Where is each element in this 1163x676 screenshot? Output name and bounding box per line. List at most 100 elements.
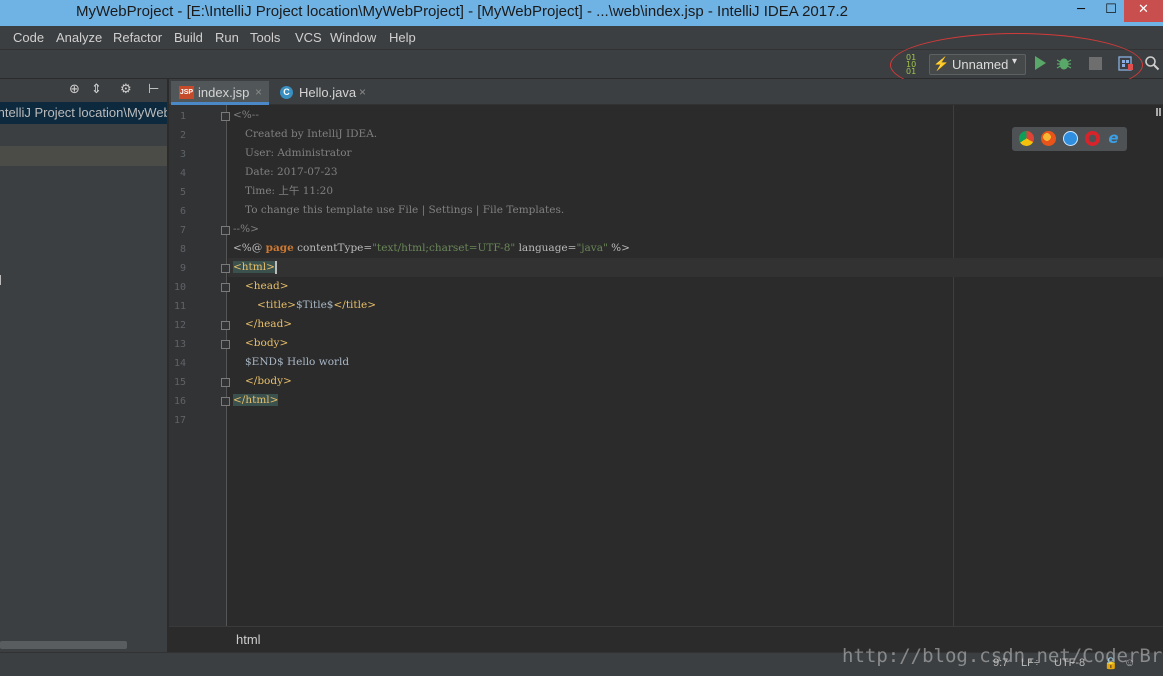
menu-vcs[interactable]: VCS — [295, 30, 322, 45]
line-number: 4 — [179, 168, 186, 179]
firefox-icon[interactable] — [1041, 131, 1056, 146]
chrome-icon[interactable] — [1019, 131, 1034, 146]
code-line: To change this template use File | Setti… — [245, 204, 565, 216]
project-panel-header: ⊕ ⇕ ⚙ ⊢ — [0, 79, 167, 101]
line-number: 11 — [173, 301, 186, 312]
code-line: <body> — [245, 337, 289, 349]
title-open-tag: <title> — [257, 299, 296, 311]
search-icon[interactable] — [1144, 55, 1160, 72]
html-open-tag: <html> — [233, 261, 275, 273]
fold-marker[interactable] — [221, 283, 230, 292]
editor-tabs: JSP index.jsp × C Hello.java × — [169, 79, 1163, 105]
watermark-text: http://blog.csdn.net/CoderBruis — [842, 645, 1163, 667]
directive-attr: contentType= — [293, 242, 373, 254]
code-line-directive: <%@ page contentType="text/html;charset=… — [233, 239, 630, 258]
menu-run[interactable]: Run — [215, 30, 239, 45]
gear-icon[interactable]: ⚙ — [120, 82, 132, 97]
safari-icon[interactable] — [1063, 131, 1078, 146]
line-gutter: 1 2 3 4 5 6 7 8 9 10 11 12 13 14 15 16 1… — [169, 105, 230, 626]
line-number: 7 — [179, 225, 186, 236]
code-line: Time: 上午 11:20 — [245, 185, 334, 197]
line-number: 9 — [179, 263, 186, 274]
line-number: 5 — [179, 187, 186, 198]
directive-open: <%@ — [233, 242, 266, 254]
tab-hello-java[interactable]: C Hello.java × — [272, 81, 372, 105]
line-number: 14 — [173, 358, 186, 369]
close-button[interactable]: ✕ — [1124, 0, 1163, 22]
tree-selected-row[interactable] — [0, 146, 167, 166]
menu-build[interactable]: Build — [174, 30, 203, 45]
code-line: <head> — [245, 280, 289, 292]
locate-icon[interactable]: ⊕ — [69, 82, 80, 97]
tab-index-jsp[interactable]: JSP index.jsp × — [171, 81, 269, 105]
menu-refactor[interactable]: Refactor — [113, 30, 162, 45]
editor-right-area — [953, 105, 1163, 626]
code-line: User: Administrator — [245, 147, 352, 159]
line-number: 1 — [179, 111, 186, 122]
project-root-item[interactable]: IntelliJ Project location\MyWebProject — [0, 102, 167, 124]
opera-icon[interactable] — [1085, 131, 1100, 146]
line-number: 13 — [173, 339, 186, 350]
fold-marker[interactable] — [221, 321, 230, 330]
line-number: 10 — [173, 282, 186, 293]
code-line: Date: 2017-07-23 — [245, 166, 338, 178]
line-number: 12 — [173, 320, 186, 331]
code-line: </head> — [245, 318, 293, 330]
jsp-file-icon: JSP — [179, 86, 194, 99]
code-line-title: <title>$Title$</title> — [257, 296, 376, 315]
line-number: 6 — [179, 206, 186, 217]
title-bar: MyWebProject - [E:\IntelliJ Project loca… — [0, 0, 1163, 26]
collapse-all-icon[interactable]: ⇕ — [91, 82, 102, 97]
fold-marker[interactable] — [221, 264, 230, 273]
title-close-tag: </title> — [333, 299, 376, 311]
sidebar-horizontal-scrollbar[interactable] — [0, 641, 127, 649]
maximize-button[interactable]: ☐ — [1098, 0, 1124, 22]
directive-keyword: page — [265, 242, 294, 254]
directive-attr: language= — [515, 242, 577, 254]
line-number: 3 — [179, 149, 186, 160]
close-tab-icon[interactable]: × — [359, 85, 366, 99]
menu-window[interactable]: Window — [330, 30, 376, 45]
code-line: Created by IntelliJ IDEA. — [245, 128, 378, 140]
menu-help[interactable]: Help — [389, 30, 416, 45]
title-text: $Title$ — [295, 299, 334, 311]
window-title: MyWebProject - [E:\IntelliJ Project loca… — [76, 3, 848, 20]
menu-tools[interactable]: Tools — [250, 30, 280, 45]
directive-close: %> — [607, 242, 630, 254]
fold-marker[interactable] — [221, 378, 230, 387]
line-number: 17 — [173, 415, 186, 426]
hide-panel-icon[interactable]: ⊢ — [148, 82, 159, 97]
fold-marker[interactable] — [221, 112, 230, 121]
directive-value: "text/html;charset=UTF-8" — [372, 242, 516, 254]
code-line: <%-- — [233, 109, 259, 121]
code-line: --%> — [233, 223, 259, 235]
code-line-html-open: <html> — [233, 258, 277, 277]
project-panel: ⊕ ⇕ ⚙ ⊢ IntelliJ Project location\MyWebP… — [0, 79, 168, 652]
line-number: 8 — [179, 244, 186, 255]
text-caret — [274, 260, 277, 274]
directive-value: "java" — [576, 242, 608, 254]
close-tab-icon[interactable]: × — [255, 85, 262, 99]
tab-label: Hello.java — [299, 85, 357, 100]
html-close-tag: </html> — [233, 394, 279, 406]
code-line: </body> — [245, 375, 292, 387]
line-number: 2 — [179, 130, 186, 141]
internet-explorer-icon[interactable]: e — [1106, 131, 1121, 146]
menu-code[interactable]: Code — [13, 30, 44, 45]
breadcrumb-html[interactable]: html — [236, 632, 261, 647]
line-number: 16 — [173, 396, 186, 407]
java-class-icon: C — [280, 86, 293, 99]
minimize-button[interactable]: ─ — [1064, 0, 1098, 22]
current-line-highlight — [228, 258, 1163, 277]
menu-analyze[interactable]: Analyze — [56, 30, 102, 45]
code-line: $END$ Hello world — [245, 356, 350, 368]
fold-marker[interactable] — [221, 226, 230, 235]
fold-marker[interactable] — [221, 340, 230, 349]
code-line-html-close: </html> — [233, 391, 279, 410]
line-number: 15 — [173, 377, 186, 388]
error-stripe-indicator[interactable] — [1156, 108, 1161, 116]
browser-preview-bar: e — [1012, 127, 1127, 151]
tab-label: index.jsp — [198, 85, 250, 100]
fold-marker[interactable] — [221, 397, 230, 406]
project-root-label: IntelliJ Project location\MyWebProject — [0, 105, 167, 120]
